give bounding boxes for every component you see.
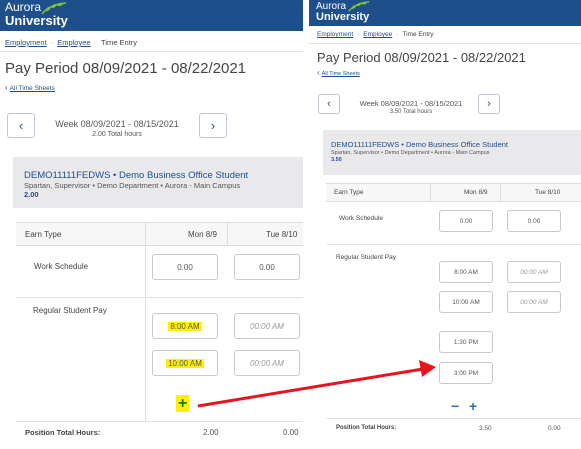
time-out-tue[interactable]: 00:00 AM xyxy=(234,350,300,376)
header-bar: Aurora University xyxy=(0,0,303,31)
chevron-right-icon: › xyxy=(487,98,491,110)
time-out-mon[interactable]: 10:00 AM xyxy=(152,350,218,376)
week-total-hours: 2.00 Total hours xyxy=(92,131,142,138)
col-divider xyxy=(227,222,228,246)
position-total-label: Position Total Hours: xyxy=(336,425,397,431)
job-title[interactable]: DEMO11111FEDWS • Demo Business Office St… xyxy=(24,170,248,181)
row-regular-student-pay: Regular Student Pay xyxy=(336,254,396,261)
add-time-button[interactable]: + xyxy=(469,399,477,413)
job-details: Spartan, Supervisor • Demo Department • … xyxy=(24,181,241,190)
col-earn-type: Earn Type xyxy=(25,230,62,239)
work-schedule-tue[interactable]: 0.00 xyxy=(507,210,561,232)
col-earn-type: Earn Type xyxy=(334,189,364,196)
breadcrumb-employee[interactable]: Employee xyxy=(57,38,90,47)
time-in-tue[interactable]: 00:00 AM xyxy=(234,313,300,339)
header-bar: Aurora University xyxy=(309,0,581,26)
plus-icon: + xyxy=(469,398,478,414)
breadcrumb-time-entry: Time Entry xyxy=(101,38,138,47)
col-mon: Mon 8/9 xyxy=(188,230,217,239)
page-title: Pay Period 08/09/2021 - 08/22/2021 xyxy=(317,50,526,65)
laurel-icon xyxy=(348,1,370,12)
all-time-sheets-link[interactable]: ‹ All Time Sheets xyxy=(317,68,360,77)
add-time-button[interactable]: + xyxy=(176,395,190,412)
divider xyxy=(0,51,303,52)
col-mon: Mon 8/9 xyxy=(464,189,488,196)
time-out-mon-value: 10:00 AM xyxy=(166,358,204,368)
breadcrumb: Employment · Employee · Time Entry xyxy=(317,31,434,38)
time-in-mon[interactable]: 8:00 AM xyxy=(152,313,218,339)
col-divider xyxy=(430,183,431,202)
week-label: Week 08/09/2021 - 08/15/2021 xyxy=(55,119,179,129)
row-work-schedule: Work Schedule xyxy=(34,262,89,271)
position-total-tue: 0.00 xyxy=(283,428,299,437)
col-divider xyxy=(500,183,501,202)
job-title[interactable]: DEMO11111FEDWS • Demo Business Office St… xyxy=(331,140,508,149)
row-divider xyxy=(16,421,303,422)
chevron-left-icon: ‹ xyxy=(18,118,24,133)
row-divider xyxy=(326,418,581,419)
page-title: Pay Period 08/09/2021 - 08/22/2021 xyxy=(5,60,247,77)
breadcrumb-employee[interactable]: Employee xyxy=(363,31,392,38)
position-total-mon: 3.50 xyxy=(479,425,492,432)
work-schedule-tue[interactable]: 0.00 xyxy=(234,254,300,280)
all-time-sheets-link[interactable]: ‹ All Time Sheets xyxy=(5,83,55,92)
time-entry-panel-after: Aurora University Employment · Employee · Ti… xyxy=(309,0,581,449)
minus-icon: − xyxy=(451,398,460,414)
row-work-schedule: Work Schedule xyxy=(339,215,383,222)
job-details: Spartan, Supervisor • Demo Department • … xyxy=(331,150,490,156)
divider xyxy=(309,43,581,44)
all-time-sheets-label: All Time Sheets xyxy=(9,85,55,92)
job-hours: 2.00 xyxy=(24,190,39,199)
next-week-button[interactable]: › xyxy=(199,113,227,138)
time-out-mon-2[interactable]: 3:00 PM xyxy=(439,362,493,384)
time-in-mon-value: 8:00 AM xyxy=(168,321,202,331)
laurel-icon xyxy=(41,2,67,15)
chevron-left-icon: ‹ xyxy=(317,68,320,77)
week-label: Week 08/09/2021 - 08/15/2021 xyxy=(359,99,463,108)
work-schedule-mon[interactable]: 0.00 xyxy=(439,210,493,232)
plus-icon: + xyxy=(176,395,190,412)
row-divider xyxy=(16,297,303,298)
position-total-mon: 2.00 xyxy=(203,428,219,437)
next-week-button[interactable]: › xyxy=(478,94,500,114)
row-divider xyxy=(326,244,581,245)
work-schedule-mon[interactable]: 0.00 xyxy=(152,254,218,280)
breadcrumb-employment[interactable]: Employment xyxy=(317,31,353,38)
time-entry-panel-before: Aurora University Employment · Employee · Ti… xyxy=(0,0,303,449)
remove-time-button[interactable]: − xyxy=(451,399,459,413)
chevron-left-icon: ‹ xyxy=(327,98,331,110)
position-total-label: Position Total Hours: xyxy=(25,428,101,437)
time-in-tue[interactable]: 00:00 AM xyxy=(507,261,561,283)
all-time-sheets-label: All Time Sheets xyxy=(321,71,360,77)
col-tue: Tue 8/10 xyxy=(535,189,561,196)
breadcrumb-time-entry: Time Entry xyxy=(402,31,434,38)
prev-week-button[interactable]: ‹ xyxy=(7,113,35,138)
breadcrumb-employment[interactable]: Employment xyxy=(5,38,47,47)
chevron-left-icon: ‹ xyxy=(5,83,8,92)
time-in-mon-2[interactable]: 1:30 PM xyxy=(439,331,493,353)
col-tue: Tue 8/10 xyxy=(266,230,298,239)
row-regular-student-pay: Regular Student Pay xyxy=(33,306,107,315)
time-out-tue[interactable]: 00:00 AM xyxy=(507,291,561,313)
logo-line2: University xyxy=(316,11,370,23)
job-hours: 3.50 xyxy=(331,157,342,163)
position-total-tue: 0.00 xyxy=(548,425,561,432)
week-total-hours: 3.50 Total hours xyxy=(389,109,433,115)
prev-week-button[interactable]: ‹ xyxy=(318,94,340,114)
col-divider xyxy=(145,222,146,422)
chevron-right-icon: › xyxy=(210,118,216,133)
time-out-mon[interactable]: 10:00 AM xyxy=(439,291,493,313)
breadcrumb: Employment · Employee · Time Entry xyxy=(5,38,138,47)
time-in-mon[interactable]: 8:00 AM xyxy=(439,261,493,283)
